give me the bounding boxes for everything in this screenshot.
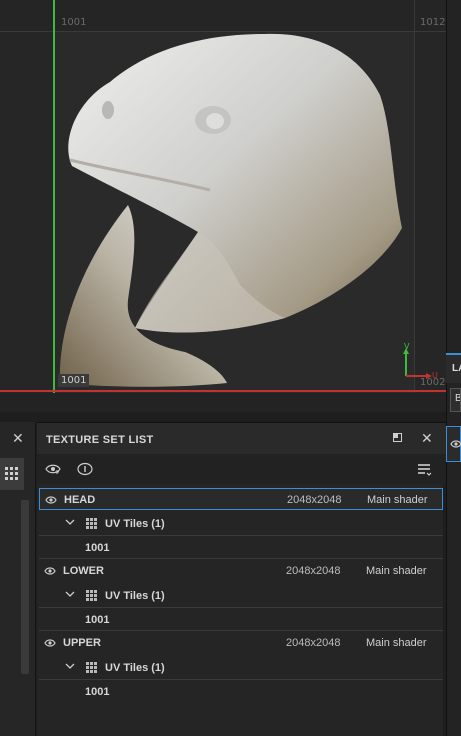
axis-v-label: V (404, 342, 410, 351)
texture-set-row-upper[interactable]: UPPER 2048x2048 Main shader (39, 632, 443, 654)
uv-tiles-group-head[interactable]: UV Tiles (1) (39, 512, 443, 536)
panel-header: TEXTURE SET LIST ✕ (37, 422, 446, 454)
grid-toggle-button[interactable] (0, 458, 24, 490)
texture-set-shader[interactable]: Main shader (366, 565, 427, 577)
uv-viewport[interactable]: 1001 1012 1001 1002 V U (0, 0, 446, 412)
tile-label-bottom-left: 1001 (58, 374, 90, 387)
filter-menu-icon[interactable] (417, 463, 433, 477)
app-root: 1001 1012 1001 1002 V U LA B ✕ TEXTURE S… (0, 0, 461, 736)
uv-tiles-label: UV Tiles (1) (105, 518, 165, 530)
texture-set-name: UPPER (63, 637, 101, 649)
blend-mode-label: B (455, 393, 460, 404)
uv-tiles-icon (86, 590, 97, 601)
uv-tile-id: 1001 (85, 614, 110, 626)
uv-tiles-label: UV Tiles (1) (105, 590, 165, 602)
texture-set-shader[interactable]: Main shader (367, 494, 428, 506)
texture-set-shader[interactable]: Main shader (366, 637, 427, 649)
texture-set-name: LOWER (63, 565, 104, 577)
visibility-icon[interactable] (45, 462, 61, 476)
left-scrollbar[interactable] (21, 500, 29, 674)
texture-set-resolution: 2048x2048 (286, 637, 341, 649)
texture-set-resolution: 2048x2048 (287, 494, 342, 506)
tile-label-top-left: 1001 (61, 17, 87, 28)
axis-u-label: U (432, 371, 438, 380)
chevron-down-icon[interactable] (65, 662, 75, 670)
layer-visibility-button[interactable] (446, 426, 461, 462)
panel-edge (443, 484, 446, 736)
uv-tile-id: 1001 (85, 542, 110, 554)
texture-set-row-lower[interactable]: LOWER 2048x2048 Main shader (39, 560, 443, 582)
grid-icon (5, 467, 18, 480)
u-axis-line (0, 390, 446, 392)
panel-toolbar (37, 454, 446, 484)
eye-icon[interactable] (45, 495, 57, 505)
info-icon[interactable] (77, 462, 93, 476)
mesh-uv-shape (59, 33, 403, 387)
chevron-down-icon[interactable] (65, 518, 75, 526)
uv-tiles-label: UV Tiles (1) (105, 662, 165, 674)
uv-tiles-group-lower[interactable]: UV Tiles (1) (39, 584, 443, 608)
uv-tile-id: 1001 (85, 686, 110, 698)
close-icon[interactable]: ✕ (421, 430, 433, 447)
texture-set-list-panel: TEXTURE SET LIST ✕ HEAD 2048x2048 Main s… (37, 422, 446, 736)
uv-tile-item[interactable]: 1001 (39, 537, 443, 559)
panel-title: TEXTURE SET LIST (46, 434, 154, 446)
eye-icon (450, 440, 461, 448)
viewport-bottom-band (0, 393, 446, 412)
tile-label-top-right: 1012 (420, 17, 446, 28)
tab-layers-label: LA (452, 363, 461, 374)
texture-set-resolution: 2048x2048 (286, 565, 341, 577)
texture-set-name: HEAD (64, 494, 96, 506)
eye-icon[interactable] (44, 566, 56, 576)
uv-tile-item[interactable]: 1001 (39, 609, 443, 631)
uv-tiles-group-upper[interactable]: UV Tiles (1) (39, 656, 443, 680)
close-icon[interactable]: ✕ (12, 430, 24, 447)
blend-mode-select[interactable]: B (450, 388, 461, 412)
uv-tiles-icon (86, 662, 97, 673)
uv-tile-item[interactable]: 1001 (39, 681, 443, 703)
uv-tiles-icon (86, 518, 97, 529)
float-window-icon[interactable] (393, 433, 402, 442)
v-axis-line (53, 0, 55, 412)
eye-icon[interactable] (44, 638, 56, 648)
chevron-down-icon[interactable] (65, 590, 75, 598)
tab-layers[interactable]: LA (446, 353, 461, 383)
texture-set-row-head[interactable]: HEAD 2048x2048 Main shader (39, 488, 443, 510)
